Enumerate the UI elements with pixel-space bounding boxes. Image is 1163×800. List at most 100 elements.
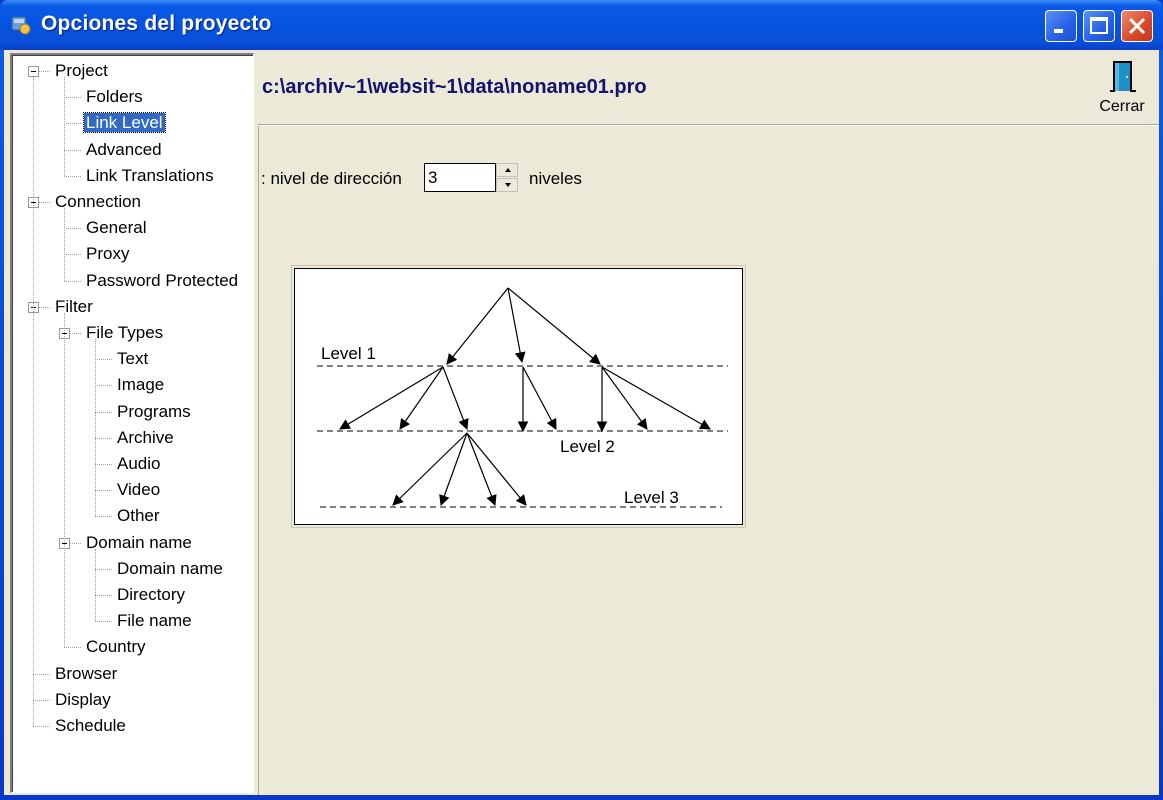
app-icon	[11, 16, 31, 35]
tree-item-label: Country	[86, 637, 146, 657]
tree-item-link-level[interactable]: Link Level	[83, 111, 166, 135]
tree-item-image[interactable]: Image	[115, 373, 166, 397]
collapse-icon[interactable]	[28, 66, 39, 77]
tree-item-browser[interactable]: Browser	[53, 662, 119, 686]
tree-item-domain-name[interactable]: Domain name	[115, 557, 225, 581]
tree-item-link-translations[interactable]: Link Translations	[84, 164, 216, 188]
tree-connector	[64, 312, 65, 648]
tree-item-label: File name	[117, 611, 192, 631]
spin-down-button[interactable]	[496, 178, 518, 192]
level-1-label: Level 1	[321, 344, 376, 363]
link-arrows	[339, 287, 711, 507]
arrow	[399, 366, 444, 430]
tree-item-file-name[interactable]: File name	[115, 609, 194, 633]
dialog-client: Project Folders Link Level Advanced Link Tra…	[4, 50, 1159, 795]
tree-item-folders[interactable]: Folders	[84, 85, 145, 109]
tree-item-label: Advanced	[86, 139, 162, 159]
tree-item-display[interactable]: Display	[53, 688, 113, 712]
tree-connector	[64, 280, 81, 282]
arrow	[392, 432, 468, 506]
tree-item-label: Schedule	[55, 716, 126, 735]
maximize-button[interactable]	[1083, 10, 1115, 42]
link-level-label: : nivel de dirección	[261, 169, 402, 188]
options-tree[interactable]: Project Folders Link Level Advanced Link Tra…	[10, 53, 254, 793]
link-level-spinner[interactable]	[424, 163, 520, 192]
tree-item-label: File Types	[86, 323, 164, 342]
level-2-label: Level 2	[560, 437, 615, 456]
minimize-icon	[1054, 29, 1063, 33]
tree-connector	[95, 490, 112, 492]
tree-item-label: Link Level	[83, 112, 166, 134]
tree-item-programs[interactable]: Programs	[115, 400, 193, 424]
arrow	[439, 432, 468, 507]
tree-item-label: Audio	[117, 454, 161, 473]
tree-item-other[interactable]: Other	[115, 504, 162, 528]
header-band: c:\archiv~1\websit~1\data\noname01.pro C…	[258, 50, 1159, 125]
arrow	[507, 287, 526, 364]
tree-item-label: Browser	[55, 663, 118, 683]
close-window-button[interactable]	[1121, 10, 1153, 42]
title-bar[interactable]: Opciones del proyecto	[0, 0, 1163, 50]
arrow	[466, 432, 527, 506]
link-tree-diagram: Level 1 Level 2 Level 3	[317, 287, 728, 508]
door-icon	[1110, 61, 1136, 92]
spin-up-button[interactable]	[496, 163, 518, 177]
tree-item-label: Video	[117, 480, 161, 500]
tree-connector	[64, 254, 81, 256]
tree-connector	[95, 621, 112, 623]
tree-item-proxy[interactable]: Proxy	[84, 242, 131, 266]
tree-connector	[64, 77, 65, 176]
tree-item-password-protected[interactable]: Password Protected	[84, 269, 240, 293]
tree-connector	[95, 568, 112, 570]
arrow	[522, 366, 557, 430]
tree-connector	[95, 339, 96, 517]
arrow	[601, 366, 648, 430]
tree-item-directory[interactable]: Directory	[115, 583, 187, 607]
tree-connector	[95, 359, 112, 361]
arrow	[339, 366, 444, 430]
tree-item-label: Text	[117, 349, 149, 369]
tree-item-label: Password Protected	[86, 270, 239, 290]
close-icon	[1128, 17, 1146, 35]
tree-item-label: General	[86, 218, 147, 238]
tree-connector	[64, 123, 81, 125]
tree-item-advanced[interactable]: Advanced	[84, 138, 164, 162]
tree-connector	[64, 175, 81, 177]
tree-item-audio[interactable]: Audio	[115, 452, 162, 476]
level-3-label: Level 3	[624, 488, 679, 507]
cerrar-button[interactable]: Cerrar	[1094, 56, 1150, 118]
tree-connector	[95, 595, 112, 596]
tree-item-general[interactable]: General	[84, 216, 148, 240]
tree-item-text[interactable]: Text	[115, 347, 150, 371]
tree-item-label: Programs	[117, 401, 191, 421]
tree-item-connection[interactable]: Connection	[53, 190, 143, 214]
link-level-input[interactable]	[424, 163, 496, 192]
tree-item-archive[interactable]: Archive	[115, 426, 176, 450]
tree-connector	[33, 726, 50, 727]
tree-item-project[interactable]: Project	[53, 59, 110, 83]
tree-item-filter[interactable]: Filter	[53, 295, 95, 319]
tree-connector	[33, 699, 50, 701]
tree-connector	[95, 464, 112, 465]
link-level-diagram: Level 1 Level 2 Level 3	[294, 268, 743, 525]
tree-item-country[interactable]: Country	[84, 635, 148, 659]
window-title: Opciones del proyecto	[41, 12, 272, 35]
tree-item-label: Folders	[86, 87, 143, 107]
tree-item-schedule[interactable]: Schedule	[53, 714, 128, 738]
tree-item-file-types[interactable]: File Types	[84, 321, 165, 345]
arrow	[446, 287, 509, 365]
minimize-button[interactable]	[1045, 10, 1077, 42]
tree-connector	[95, 516, 112, 518]
tree-connector	[64, 228, 81, 230]
tree-connector	[64, 208, 65, 281]
tree-item-label: Image	[117, 375, 165, 395]
tree-item-label: Archive	[117, 427, 174, 447]
tree-item-label: Display	[55, 689, 111, 709]
arrow	[442, 366, 469, 431]
arrow	[507, 287, 601, 365]
tree-item-domain-name[interactable]: Domain name	[84, 531, 194, 555]
tree-connector	[64, 149, 81, 151]
tree-item-video[interactable]: Video	[115, 478, 162, 502]
tree-connector	[64, 647, 81, 649]
tree-connector	[95, 385, 112, 387]
